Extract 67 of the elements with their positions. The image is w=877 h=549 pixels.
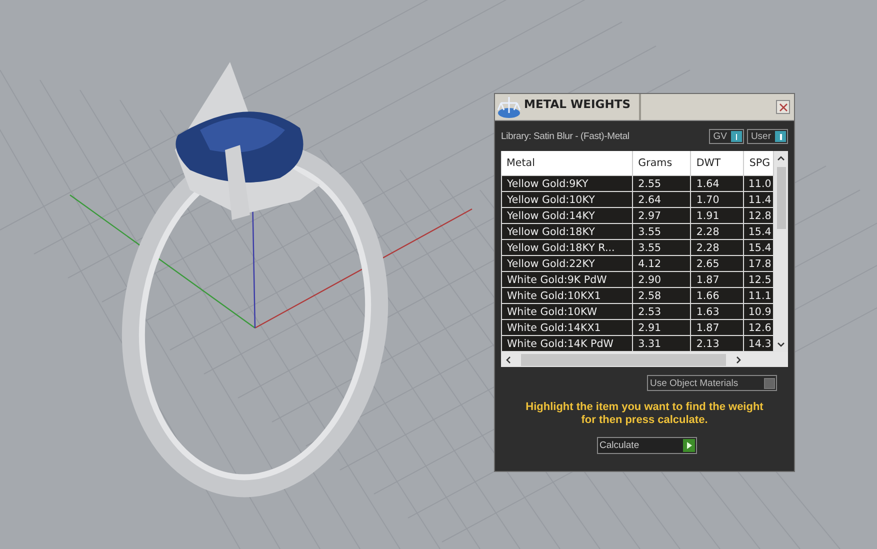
table-cell: 2.65	[690, 256, 744, 272]
table-cell: 2.90	[632, 272, 691, 288]
table-cell: 2.64	[632, 192, 691, 208]
table-cell: White Gold:14K PdW	[502, 336, 633, 352]
panel-title: METAL WEIGHTS	[524, 94, 640, 120]
chevron-down-icon[interactable]	[777, 342, 785, 348]
table-cell: 4.12	[632, 256, 691, 272]
scrollbar-thumb[interactable]	[521, 354, 726, 366]
table-cell: 15.4	[744, 240, 774, 256]
scale-icon	[496, 95, 522, 119]
table-cell: 2.53	[632, 304, 691, 320]
table-cell: White Gold:14KX1	[502, 320, 633, 336]
table-cell: 1.66	[690, 288, 744, 304]
table-cell: Yellow Gold:14KY	[502, 208, 633, 224]
table-cell: 17.8	[744, 256, 774, 272]
table-cell: 1.87	[690, 272, 744, 288]
table-cell: 3.55	[632, 240, 691, 256]
toggle-button[interactable]: User	[746, 128, 788, 144]
table-cell: 12.5	[744, 272, 774, 288]
library-label: Library: Satin Blur - (Fast)-Metal	[501, 130, 630, 142]
instruction-text: Highlight the item you want to find the weight for then press calculate.	[524, 401, 764, 427]
column-header[interactable]: Grams	[632, 151, 691, 176]
table-cell: 1.64	[690, 176, 744, 192]
table-cell: White Gold:10KX1	[502, 288, 633, 304]
table-cell: Yellow Gold:10KY	[502, 192, 633, 208]
table-cell: 3.55	[632, 224, 691, 240]
table-cell: 11.1	[744, 288, 774, 304]
table-cell: 2.97	[632, 208, 691, 224]
scrollbar-thumb[interactable]	[776, 167, 786, 229]
table-cell: White Gold:10KW	[502, 304, 633, 320]
table-cell: 3.31	[632, 336, 691, 352]
table-cell: White Gold:9K PdW	[502, 272, 633, 288]
table-cell: 12.8	[744, 208, 774, 224]
table-cell: 1.87	[690, 320, 744, 336]
table-cell: 11.4	[744, 192, 774, 208]
close-button[interactable]	[776, 100, 790, 114]
chevron-right-icon[interactable]	[736, 356, 742, 364]
table-cell: 2.28	[690, 224, 744, 240]
chevron-up-icon[interactable]	[777, 155, 785, 161]
table-cell: 2.55	[632, 176, 691, 192]
table-cell: 2.28	[690, 240, 744, 256]
table-cell: 15.4	[744, 224, 774, 240]
chevron-left-icon[interactable]	[505, 356, 511, 364]
use-object-materials-toggle[interactable]: Use Object Materials	[647, 375, 777, 391]
table-cell: Yellow Gold:18KY R...	[502, 240, 633, 256]
calculate-button[interactable]: Calculate	[596, 437, 696, 454]
table-cell: Yellow Gold:9KY	[502, 176, 633, 192]
table-cell: 10.9	[744, 304, 774, 320]
play-icon	[682, 439, 694, 452]
vertical-scrollbar[interactable]	[774, 151, 788, 352]
toggle-button[interactable]: GV	[709, 128, 744, 144]
close-icon	[778, 102, 788, 112]
table-cell: 2.58	[632, 288, 691, 304]
column-header[interactable]: Metal	[502, 151, 633, 176]
table-cell: Yellow Gold:22KY	[502, 256, 633, 272]
table-cell: 1.63	[690, 304, 744, 320]
column-header[interactable]: SPG	[744, 151, 774, 176]
table-cell: 14.3	[744, 336, 774, 352]
table-cell: 11.0	[744, 176, 774, 192]
table-cell: 1.70	[690, 192, 744, 208]
table-cell: 1.91	[690, 208, 744, 224]
table-cell: 2.91	[632, 320, 691, 336]
column-header[interactable]: DWT	[690, 151, 744, 176]
horizontal-scrollbar[interactable]	[501, 352, 788, 367]
table-cell: 12.6	[744, 320, 774, 336]
table-cell: 2.13	[690, 336, 744, 352]
table-cell: Yellow Gold:18KY	[502, 224, 633, 240]
